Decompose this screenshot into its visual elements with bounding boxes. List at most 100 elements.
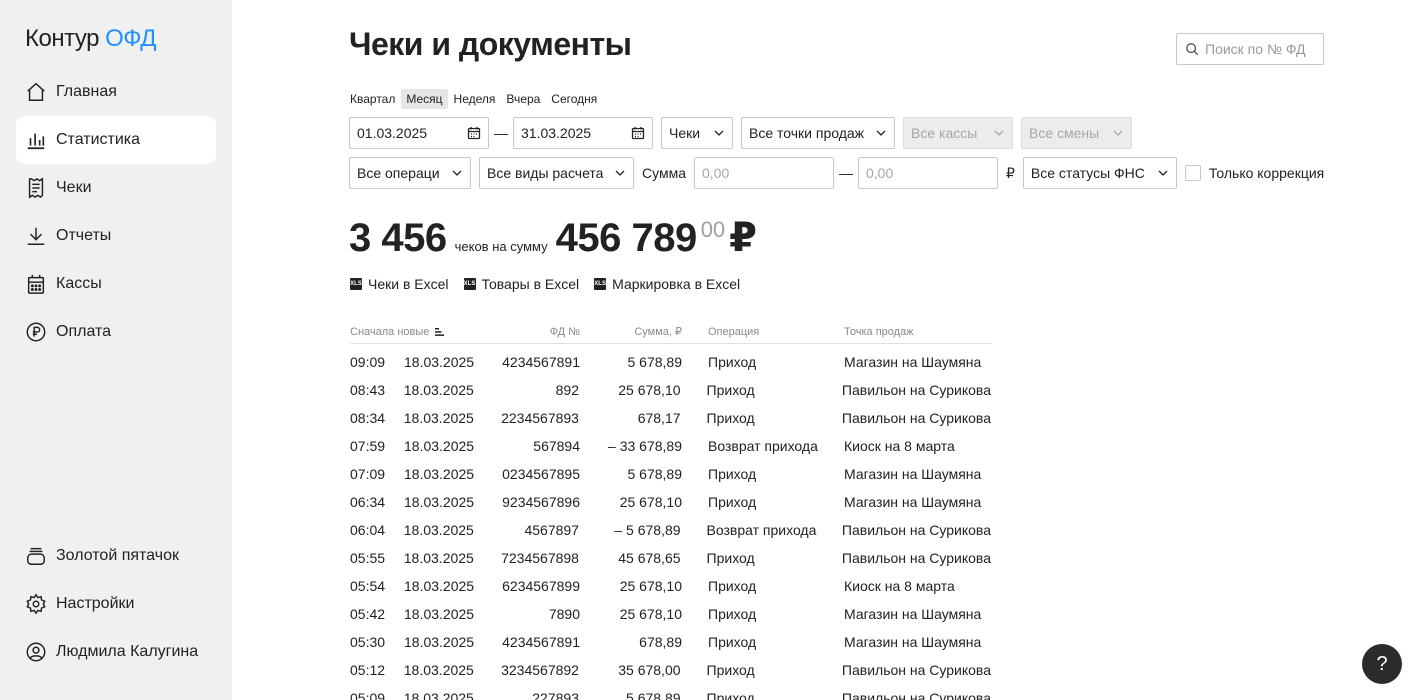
export-marking-excel[interactable]: XLS Маркировка в Excel: [594, 276, 740, 292]
sort-label: Сначала новые: [350, 325, 430, 338]
row-fd: 7890: [548, 606, 580, 622]
row-date: 18.03.2025: [404, 466, 475, 482]
correction-label[interactable]: Только коррекция: [1209, 165, 1324, 181]
sidebar-item-golden-coin[interactable]: Золотой пятачок: [16, 532, 216, 580]
sidebar-item-label: Людмила Калугина: [56, 643, 199, 660]
table-row[interactable]: 08:43 18.03.2025 892 25 678,10 Приход Павильо…: [350, 376, 991, 404]
sidebar-item-registers[interactable]: Кассы: [16, 260, 216, 308]
date-from-field[interactable]: 01.03.2025: [349, 117, 489, 149]
sidebar-item-reports[interactable]: Отчеты: [16, 212, 216, 260]
sum-label: Сумма: [642, 165, 686, 181]
row-point: Павильон на Сурикова: [841, 690, 991, 700]
chevron-down-icon: [876, 130, 886, 136]
table-row[interactable]: 05:54 18.03.2025 6234567899 25 678,10 Приход…: [350, 572, 991, 600]
export-links: XLS Чеки в Excel XLS Товары в Excel XLS …: [350, 276, 755, 292]
help-button[interactable]: ?: [1362, 644, 1402, 684]
row-sum: – 5 678,89: [614, 522, 681, 538]
row-fd: 892: [555, 382, 579, 398]
table-row[interactable]: 06:34 18.03.2025 9234567896 25 678,10 Приход…: [350, 488, 991, 516]
sidebar-item-label: Настройки: [56, 595, 135, 612]
sidebar-item-statistics[interactable]: Статистика: [16, 116, 216, 164]
period-today[interactable]: Сегодня: [546, 89, 602, 109]
xls-icon: XLS: [350, 278, 362, 290]
chevron-down-icon: [615, 170, 625, 176]
points-value: Все точки продаж: [749, 125, 865, 141]
payment-types-value: Все виды расчета: [487, 165, 604, 181]
table-row[interactable]: 06:04 18.03.2025 4567897 – 5 678,89 Возврат …: [350, 516, 991, 544]
logo-accent: ОФД: [105, 25, 156, 52]
operations-select[interactable]: Все операци: [349, 157, 471, 189]
row-date: 18.03.2025: [403, 550, 474, 566]
sidebar-item-settings[interactable]: Настройки: [16, 580, 216, 628]
table-row[interactable]: 05:09 18.03.2025 227893 5 678,89 Приход Павил…: [350, 684, 991, 700]
row-operation: Приход: [708, 606, 757, 622]
row-time: 06:04: [350, 522, 386, 538]
table-row[interactable]: 05:30 18.03.2025 4234567891 678,89 Приход Маг…: [350, 628, 991, 656]
sidebar: Контур ОФД Главная Статистика Чеки Отчет…: [0, 0, 232, 700]
period-month[interactable]: Месяц: [401, 89, 448, 109]
export-goods-excel[interactable]: XLS Товары в Excel: [463, 276, 579, 292]
column-operation: Операция: [708, 325, 760, 338]
sidebar-nav: Главная Статистика Чеки Отчеты Кассы Опл…: [16, 68, 216, 356]
sum-to-field[interactable]: 0,00: [858, 157, 998, 189]
row-point: Павильон на Сурикова: [841, 550, 991, 566]
register-icon: [24, 272, 48, 296]
table-row[interactable]: 05:42 18.03.2025 7890 25 678,10 Приход Магази…: [350, 600, 991, 628]
calendar-icon[interactable]: [631, 126, 645, 140]
row-operation: Приход: [706, 550, 755, 566]
chevron-down-icon: [1113, 130, 1123, 136]
row-time: 05:09: [350, 690, 386, 700]
period-week[interactable]: Неделя: [449, 89, 501, 109]
correction-checkbox[interactable]: [1184, 165, 1201, 181]
table-row[interactable]: 07:09 18.03.2025 0234567895 5 678,89 Приход М…: [350, 460, 991, 488]
row-time: 05:54: [350, 578, 386, 594]
row-point: Киоск на 8 марта: [844, 438, 955, 454]
sidebar-item-user[interactable]: Людмила Калугина: [16, 628, 216, 676]
sort-newest-first[interactable]: Сначала новые: [350, 326, 490, 338]
row-point: Павильон на Сурикова: [841, 522, 991, 538]
calendar-icon[interactable]: [467, 126, 481, 140]
search-icon: [1186, 43, 1199, 56]
row-date: 18.03.2025: [404, 438, 475, 454]
row-sum: 5 678,89: [627, 466, 683, 482]
sum-from-field[interactable]: 0,00: [694, 157, 834, 189]
user-icon: [24, 640, 48, 664]
date-to-field[interactable]: 31.03.2025: [513, 117, 653, 149]
column-fd: ФД №: [549, 325, 580, 338]
sidebar-item-payment[interactable]: Оплата: [16, 308, 216, 356]
row-date: 18.03.2025: [403, 522, 474, 538]
search-input[interactable]: [1205, 41, 1315, 57]
registers-value: Все кассы: [911, 125, 978, 141]
row-point: Магазин на Шаумяна: [844, 354, 982, 370]
sidebar-item-label: Отчеты: [56, 227, 112, 244]
receipts-count-suffix: чеков на сумму: [454, 239, 548, 254]
row-fd: 4234567891: [502, 354, 580, 370]
sidebar-item-label: Кассы: [56, 275, 102, 292]
table-row[interactable]: 07:59 18.03.2025 567894 – 33 678,89 Возврат …: [350, 432, 991, 460]
sidebar-item-home[interactable]: Главная: [16, 68, 216, 116]
period-yesterday[interactable]: Вчера: [501, 89, 545, 109]
period-quarter[interactable]: Квартал: [345, 89, 400, 109]
sidebar-item-label: Золотой пятачок: [56, 547, 179, 564]
sidebar-item-receipts[interactable]: Чеки: [16, 164, 216, 212]
row-time: 06:34: [350, 494, 386, 510]
sort-icon: [435, 327, 445, 336]
row-time: 08:34: [350, 410, 386, 426]
table-row[interactable]: 08:34 18.03.2025 2234567893 678,17 Приход Пав…: [350, 404, 991, 432]
logo[interactable]: Контур ОФД: [25, 25, 156, 53]
table-row[interactable]: 05:55 18.03.2025 7234567898 45 678,65 Приход…: [350, 544, 991, 572]
table-row[interactable]: 05:12 18.03.2025 3234567892 35 678,00 Приход…: [350, 656, 991, 684]
row-point: Павильон на Сурикова: [841, 410, 991, 426]
export-receipts-excel[interactable]: XLS Чеки в Excel: [350, 276, 449, 292]
search-box[interactable]: [1176, 33, 1324, 65]
sum-range-dash: —: [839, 165, 853, 181]
table-row[interactable]: 09:09 18.03.2025 4234567891 5 678,89 Приход М…: [350, 348, 991, 376]
payment-types-select[interactable]: Все виды расчета: [479, 157, 634, 189]
fns-status-select[interactable]: Все статусы ФНС: [1022, 157, 1177, 189]
row-sum: 25 678,10: [619, 606, 682, 622]
row-sum: 678,89: [639, 634, 682, 650]
doc-type-select[interactable]: Чеки: [661, 117, 733, 149]
total-sum-currency: ₽: [729, 216, 758, 260]
points-select[interactable]: Все точки продаж: [741, 117, 895, 149]
row-time: 05:12: [350, 662, 386, 678]
